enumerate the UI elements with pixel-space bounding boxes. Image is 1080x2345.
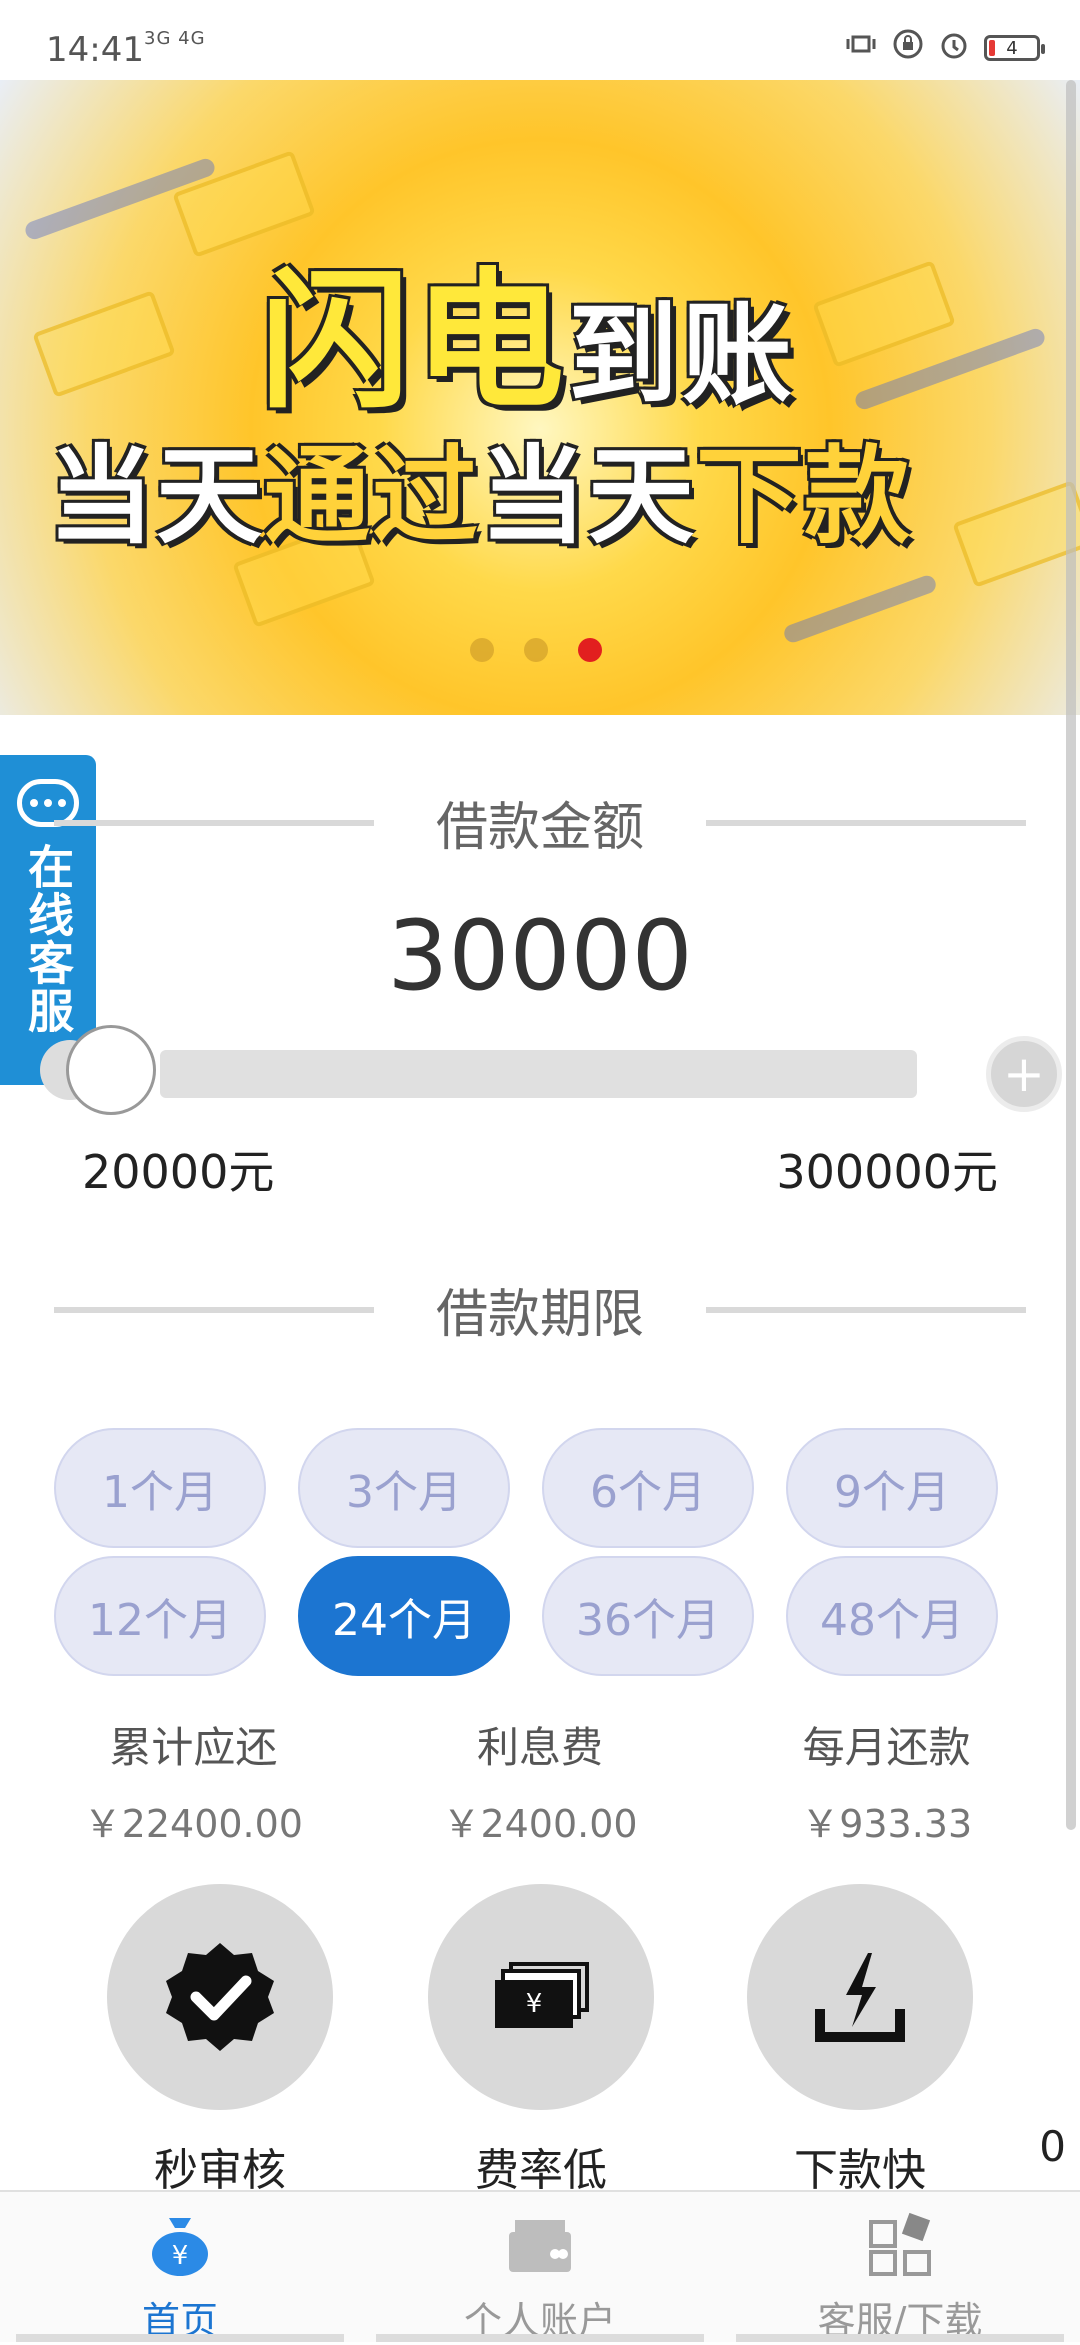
bottom-navigation: ¥ 首页 个人账户 客服/下载 — [0, 2190, 1080, 2343]
feature-low-rate: ¥ 费率低 — [428, 1884, 654, 2198]
term-heading: 借款期限 — [54, 1272, 1027, 1347]
term-option-1[interactable]: 1个月 — [54, 1428, 266, 1548]
feature-quick-payout: 下款快 — [747, 1884, 973, 2198]
lock-rotation-icon — [892, 28, 924, 68]
term-option-3[interactable]: 3个月 — [298, 1428, 510, 1548]
summary-monthly: 每月还款 ￥933.33 — [713, 1714, 1080, 1848]
carousel-dots — [470, 638, 602, 662]
signal-indicator: 3G 4G — [144, 28, 206, 49]
lightning-download-icon — [747, 1884, 973, 2110]
carousel-dot[interactable] — [524, 638, 548, 662]
feature-list: 秒审核 ¥ 费率低 下款快 — [0, 1884, 1080, 2196]
amount-slider-track[interactable] — [160, 1050, 917, 1098]
amount-max-label: 300000元 — [776, 1145, 998, 1199]
banner-headline-sub: 到账 — [568, 291, 797, 419]
battery-icon: 4 — [984, 35, 1045, 61]
carousel-dot-active[interactable] — [578, 638, 602, 662]
summary-value: ￥22400.00 — [83, 1802, 303, 1846]
summary-total: 累计应还 ￥22400.00 — [0, 1714, 367, 1848]
alarm-icon — [938, 28, 970, 68]
term-option-12[interactable]: 12个月 — [54, 1556, 266, 1676]
plus-button[interactable]: + — [986, 1036, 1062, 1112]
status-time: 14:41 — [46, 30, 144, 70]
feature-name: 下款快 — [794, 2145, 926, 2196]
banner-text-part: 当天 — [48, 435, 264, 558]
svg-text:¥: ¥ — [526, 1989, 543, 2019]
badge-check-icon — [107, 1884, 333, 2110]
banner-text-part: 下款 — [696, 435, 912, 558]
banner-subheadline: 当天通过当天下款 — [48, 410, 912, 564]
nav-personal-account[interactable]: 个人账户 — [360, 2192, 720, 2343]
promo-banner[interactable]: 闪电到账 当天通过当天下款 — [0, 80, 1080, 715]
summary-label: 利息费 — [477, 1723, 604, 1772]
term-options: 1个月 3个月 6个月 9个月 12个月 24个月 36个月 48个月 — [54, 1428, 998, 1676]
apps-icon — [867, 2212, 933, 2282]
vibrate-icon — [844, 29, 878, 67]
amount-heading: 借款金额 — [54, 785, 1027, 860]
summary-interest: 利息费 ￥2400.00 — [367, 1714, 714, 1848]
summary-value: ￥2400.00 — [442, 1802, 638, 1846]
summary-label: 每月还款 — [802, 1723, 971, 1772]
term-option-24-selected[interactable]: 24个月 — [298, 1556, 510, 1676]
banner-headline-main: 闪电 — [260, 255, 569, 429]
term-option-36[interactable]: 36个月 — [542, 1556, 754, 1676]
money-bag-icon: ¥ — [147, 2212, 213, 2282]
banner-text-part: 当天 — [480, 435, 696, 558]
floating-counter: 0 — [1039, 2122, 1066, 2171]
summary-label: 累计应还 — [109, 1723, 278, 1772]
amount-slider-handle[interactable] — [66, 1025, 156, 1115]
loan-amount-value: 30000 — [387, 900, 693, 1012]
feature-name: 秒审核 — [154, 2145, 286, 2196]
svg-text:¥: ¥ — [172, 2241, 189, 2271]
feature-name: 费率低 — [475, 2145, 607, 2196]
term-heading-label: 借款期限 — [436, 1285, 645, 1345]
term-option-48[interactable]: 48个月 — [786, 1556, 998, 1676]
status-icons: 4 — [844, 28, 1045, 68]
cash-icon: ¥ — [428, 1884, 654, 2110]
term-option-6[interactable]: 6个月 — [542, 1428, 754, 1548]
nav-service-download[interactable]: 客服/下载 — [720, 2192, 1080, 2343]
feature-fast-review: 秒审核 — [107, 1884, 333, 2198]
summary-value: ￥933.33 — [801, 1802, 973, 1846]
amount-heading-label: 借款金额 — [436, 798, 645, 858]
nav-home[interactable]: ¥ 首页 — [0, 2192, 360, 2343]
amount-min-label: 20000元 — [82, 1145, 275, 1199]
banner-text-part: 通过 — [264, 435, 480, 558]
carousel-dot[interactable] — [470, 638, 494, 662]
wallet-icon — [505, 2212, 575, 2282]
banner-headline: 闪电到账 — [260, 220, 796, 437]
term-option-9[interactable]: 9个月 — [786, 1428, 998, 1548]
status-bar: 14:41 3G 4G 4 — [0, 0, 1080, 80]
repayment-summary: 累计应还 ￥22400.00 利息费 ￥2400.00 每月还款 ￥933.33 — [0, 1714, 1080, 1848]
